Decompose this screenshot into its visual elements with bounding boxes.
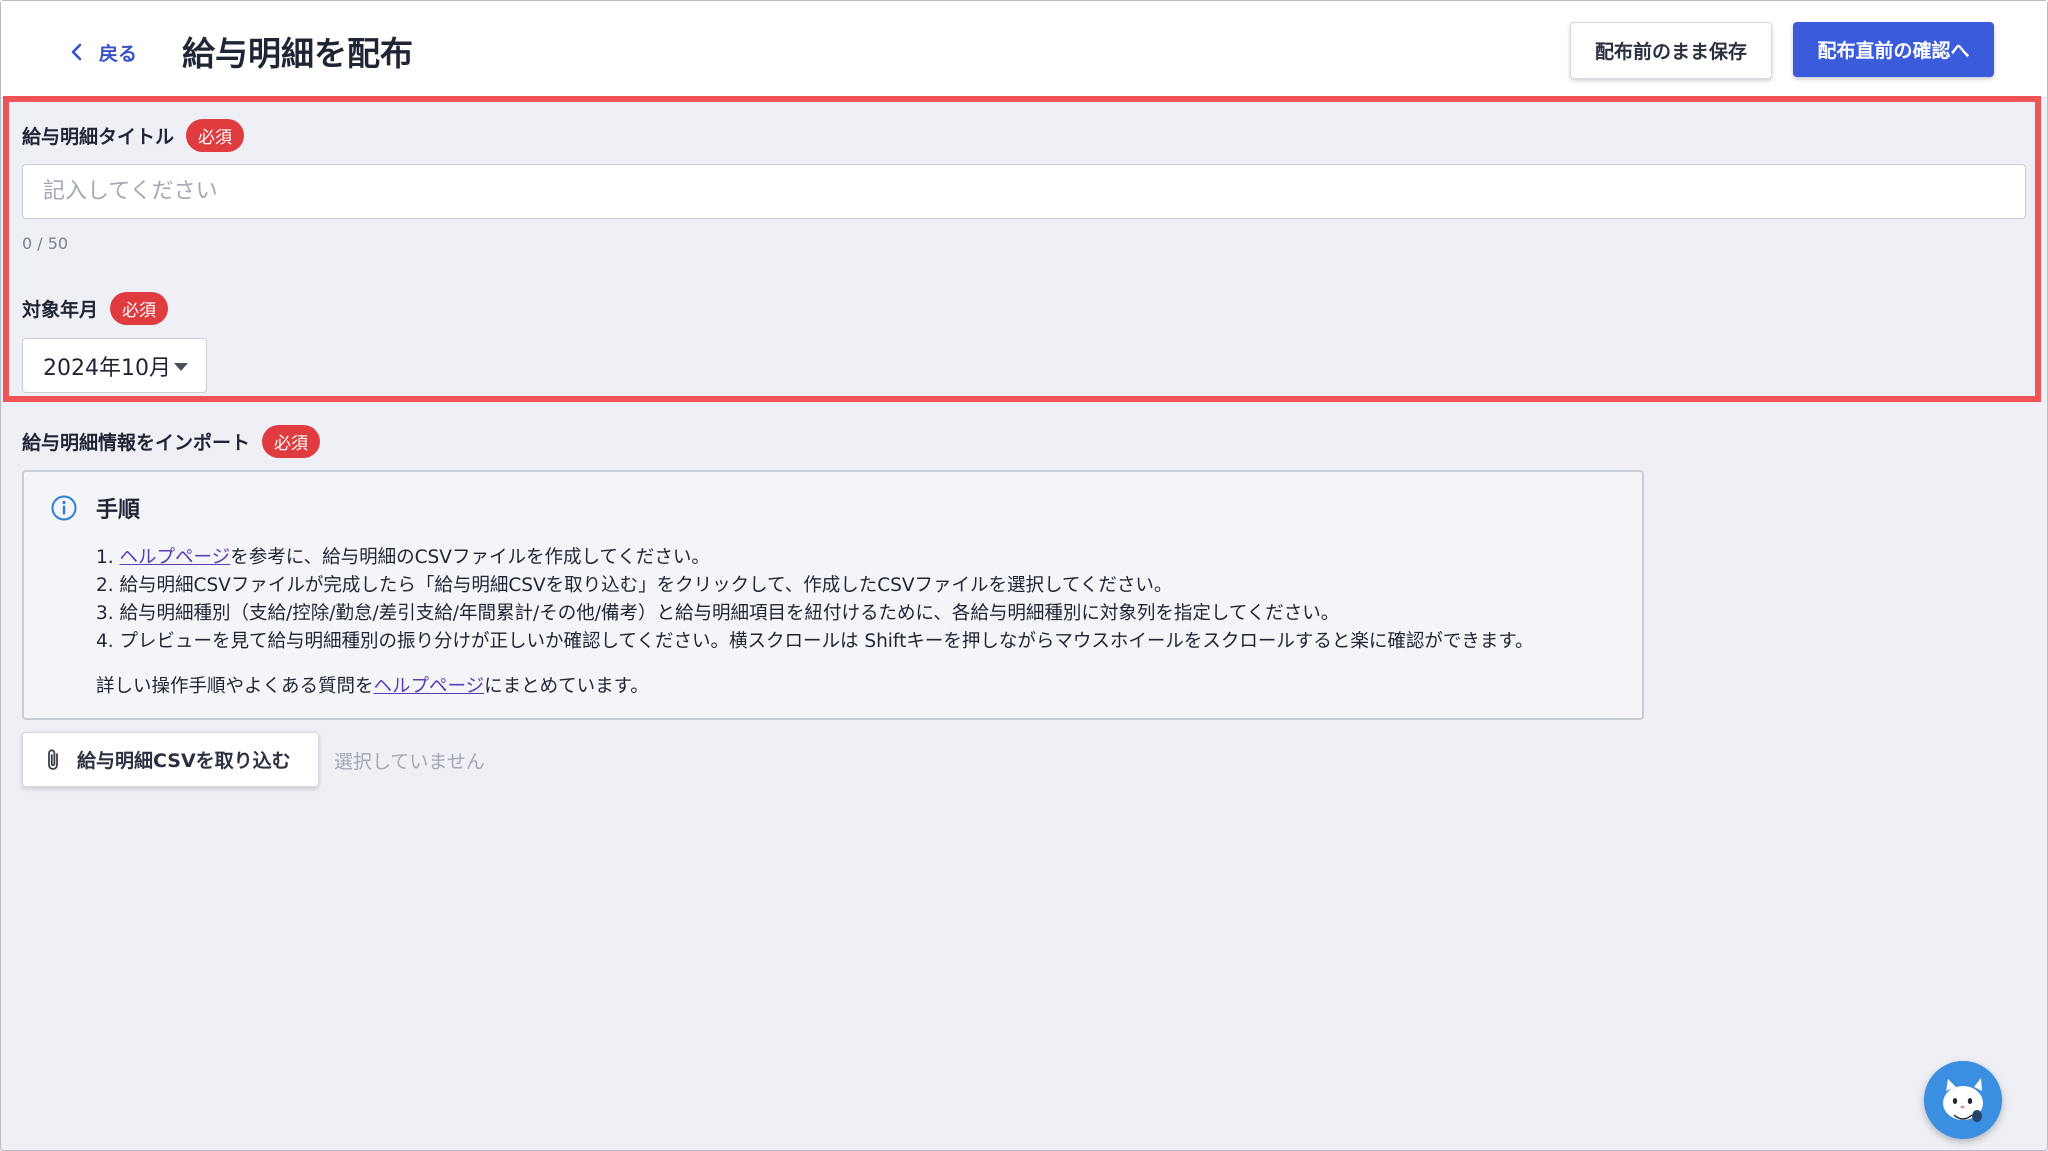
page-header: 戻る 給与明細を配布 配布前のまま保存 配布直前の確認へ <box>1 1 2047 98</box>
import-section-label: 給与明細情報をインポート 必須 <box>22 425 321 458</box>
step-item: 3. 給与明細種別（支給/控除/勤怠/差引支給/年間累計/その他/備考）と給与明… <box>96 600 1534 628</box>
chat-assistant-button[interactable] <box>1924 1061 2002 1139</box>
step-item: 1. ヘルプページを参考に、給与明細のCSVファイルを作成してください。 <box>96 544 1534 572</box>
help-page-link[interactable]: ヘルプページ <box>120 547 231 568</box>
info-icon <box>51 495 77 521</box>
required-badge: 必須 <box>186 119 245 152</box>
caret-down-icon <box>174 363 188 371</box>
instructions-box: 手順 1. ヘルプページを参考に、給与明細のCSVファイルを作成してください。 … <box>22 470 1644 720</box>
step-number: 4. <box>96 631 120 652</box>
import-csv-button[interactable]: 給与明細CSVを取り込む <box>22 732 319 787</box>
step-text: を参考に、給与明細のCSVファイルを作成してください。 <box>230 547 710 568</box>
step-text: 給与明細種別（支給/控除/勤怠/差引支給/年間累計/その他/備考）と給与明細項目… <box>119 603 1340 624</box>
import-button-label: 給与明細CSVを取り込む <box>77 750 291 772</box>
chat-assistant-icon <box>1924 1061 2002 1139</box>
back-label: 戻る <box>99 42 138 65</box>
step-item: 2. 給与明細CSVファイルが完成したら「給与明細CSVを取り込む」をクリックし… <box>96 572 1534 600</box>
page-title: 給与明細を配布 <box>182 34 413 73</box>
char-counter: 0 / 50 <box>22 234 69 253</box>
month-label-text: 対象年月 <box>22 299 99 321</box>
step-number: 1. <box>96 547 120 568</box>
step-number: 3. <box>96 603 120 624</box>
step-text: 給与明細CSVファイルが完成したら「給与明細CSVを取り込む」をクリックして、作… <box>119 575 1173 596</box>
step-item: 4. プレビューを見て給与明細種別の振り分けが正しいか確認してください。横スクロ… <box>96 628 1534 656</box>
confirm-before-distribute-button[interactable]: 配布直前の確認へ <box>1793 22 1994 77</box>
required-badge: 必須 <box>262 425 321 458</box>
target-month-select[interactable]: 2024年10月 <box>22 338 207 393</box>
month-field-label: 対象年月 必須 <box>22 292 169 325</box>
detail-suffix: にまとめています。 <box>484 676 649 697</box>
file-status: 選択していません <box>334 751 485 773</box>
payslip-title-input[interactable] <box>22 164 2026 219</box>
title-field-label: 給与明細タイトル 必須 <box>22 119 245 152</box>
import-label-text: 給与明細情報をインポート <box>22 432 251 454</box>
back-link[interactable]: 戻る <box>67 35 137 69</box>
chevron-left-icon <box>71 43 82 61</box>
detail-prefix: 詳しい操作手順やよくある質問を <box>96 676 374 697</box>
step-number: 2. <box>96 575 120 596</box>
selected-month: 2024年10月 <box>43 355 171 381</box>
help-page-link[interactable]: ヘルプページ <box>374 676 485 697</box>
instructions-title: 手順 <box>96 498 141 523</box>
save-draft-button[interactable]: 配布前のまま保存 <box>1570 22 1772 79</box>
title-label-text: 給与明細タイトル <box>22 126 175 148</box>
instructions-steps: 1. ヘルプページを参考に、給与明細のCSVファイルを作成してください。 2. … <box>96 544 1534 656</box>
step-text: プレビューを見て給与明細種別の振り分けが正しいか確認してください。横スクロールは… <box>119 631 1534 652</box>
paperclip-icon <box>48 748 58 770</box>
highlight-box <box>3 96 2041 402</box>
required-badge: 必須 <box>110 292 169 325</box>
instructions-detail: 詳しい操作手順やよくある質問をヘルプページにまとめています。 <box>96 672 649 698</box>
